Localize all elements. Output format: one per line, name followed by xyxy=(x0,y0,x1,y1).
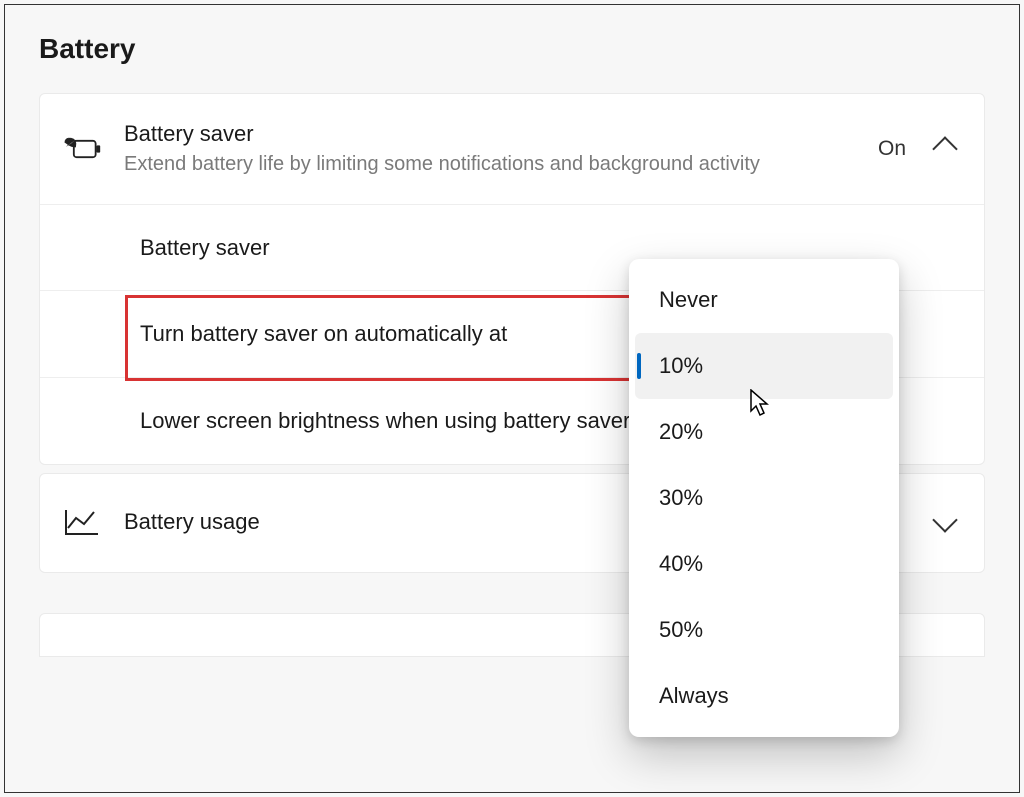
battery-saver-subtitle: Extend battery life by limiting some not… xyxy=(124,151,856,178)
dropdown-option-never[interactable]: Never xyxy=(635,267,893,333)
dropdown-option-20[interactable]: 20% xyxy=(635,399,893,465)
dropdown-option-always[interactable]: Always xyxy=(635,663,893,729)
dropdown-option-50[interactable]: 50% xyxy=(635,597,893,663)
settings-panel: Battery Battery saver Extend battery lif… xyxy=(4,4,1020,793)
battery-saver-status: On xyxy=(878,137,906,161)
dropdown-option-40[interactable]: 40% xyxy=(635,531,893,597)
dropdown-option-30[interactable]: 30% xyxy=(635,465,893,531)
brightness-label: Lower screen brightness when using batte… xyxy=(140,406,644,436)
page-title: Battery xyxy=(39,33,985,65)
chevron-up-icon xyxy=(932,136,957,161)
chevron-down-icon xyxy=(932,507,957,532)
battery-saver-row-label: Battery saver xyxy=(140,233,954,263)
battery-saver-title: Battery saver xyxy=(124,120,856,149)
chart-icon xyxy=(62,508,102,538)
battery-saver-leaf-icon xyxy=(62,134,102,164)
battery-saver-header[interactable]: Battery saver Extend battery life by lim… xyxy=(40,94,984,205)
dropdown-option-10[interactable]: 10% xyxy=(635,333,893,399)
threshold-dropdown: Never 10% 20% 30% 40% 50% Always xyxy=(629,259,899,737)
